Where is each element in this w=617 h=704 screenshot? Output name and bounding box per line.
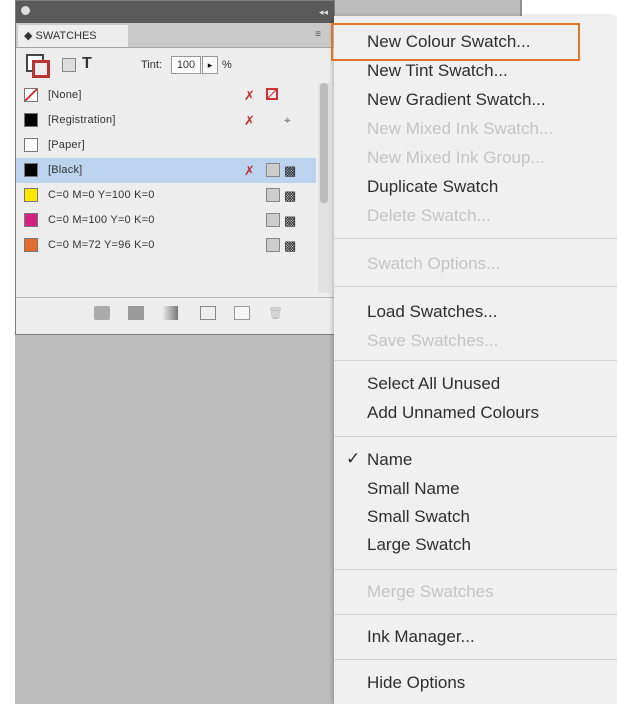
menu-item-hide-options[interactable]: Hide Options [367, 673, 465, 693]
swatches-panel: ◂◂ ◆ SWATCHES ≡ T Tint: 100 ▸ % [None] ✗… [15, 0, 335, 335]
cmyk-mode-icon: ▩ [284, 163, 297, 178]
process-color-icon [266, 163, 280, 177]
panel-titlebar[interactable]: ◂◂ [16, 1, 334, 23]
menu-item-swatch-options[interactable]: Swatch Options... [367, 254, 500, 274]
menu-item-small-name[interactable]: Small Name [367, 479, 460, 499]
menu-separator [334, 659, 617, 660]
menu-item-name[interactable]: Name [367, 450, 412, 470]
swatch-chip [24, 163, 38, 177]
swatch-name: C=0 M=0 Y=100 K=0 [48, 189, 155, 201]
text-format-icon[interactable]: T [82, 55, 92, 73]
close-icon[interactable] [21, 6, 30, 15]
menu-separator [334, 436, 617, 437]
menu-item-new-mixed-ink-swatch[interactable]: New Mixed Ink Swatch... [367, 119, 553, 139]
swatch-list: [None] ✗ [Registration] ✗ ⌖ [Paper] [Bla… [16, 83, 316, 258]
menu-item-new-mixed-ink-group[interactable]: New Mixed Ink Group... [367, 148, 545, 168]
fill-stroke-icon[interactable] [26, 54, 50, 78]
swatch-row-yellow[interactable]: C=0 M=0 Y=100 K=0 ▩ [16, 183, 316, 208]
menu-item-large-swatch[interactable]: Large Swatch [367, 535, 471, 555]
menu-item-delete-swatch[interactable]: Delete Swatch... [367, 206, 491, 226]
panel-tab-row: ◆ SWATCHES ≡ [16, 23, 334, 48]
menu-item-load-swatches[interactable]: Load Swatches... [367, 302, 497, 322]
new-color-group-icon[interactable] [200, 306, 216, 320]
process-color-icon [266, 238, 280, 252]
swatch-chip [24, 213, 38, 227]
highlight-box [331, 23, 580, 61]
collapse-icon[interactable]: ◂◂ [319, 7, 328, 18]
trash-icon[interactable]: 🗑 [268, 306, 284, 320]
panel-menu-icon[interactable]: ≡ [310, 29, 326, 41]
tab-swatches[interactable]: ◆ SWATCHES [18, 25, 128, 47]
swatch-row-magenta[interactable]: C=0 M=100 Y=0 K=0 ▩ [16, 208, 316, 233]
menu-separator [334, 286, 617, 287]
swatch-chip [24, 188, 38, 202]
swatch-row-none[interactable]: [None] ✗ [16, 83, 316, 108]
menu-item-new-gradient-swatch[interactable]: New Gradient Swatch... [367, 90, 546, 110]
tint-label: Tint: [141, 59, 162, 71]
scroll-thumb[interactable] [320, 83, 328, 203]
panel-bottom-bar: 🗑 [16, 297, 334, 332]
swatch-name: C=0 M=100 Y=0 K=0 [48, 214, 155, 226]
swatch-chip [24, 238, 38, 252]
swatch-row-black[interactable]: [Black] ✗ ▩ [16, 158, 316, 183]
non-editable-icon: ✗ [244, 88, 255, 103]
registration-icon: ⌖ [284, 113, 291, 127]
swatches-toolbar: T Tint: 100 ▸ % [16, 48, 334, 82]
menu-separator [334, 238, 617, 239]
swatch-name: [Black] [48, 164, 83, 176]
tint-unit: % [222, 59, 232, 71]
none-color-icon [266, 88, 278, 100]
swatch-row-paper[interactable]: [Paper] [16, 133, 316, 158]
swatch-name: [Paper] [48, 139, 85, 151]
menu-item-add-unnamed-colours[interactable]: Add Unnamed Colours [367, 403, 539, 423]
cmyk-mode-icon: ▩ [284, 238, 297, 253]
tint-input[interactable]: 100 [171, 56, 201, 74]
swatch-chip [24, 88, 38, 102]
process-color-icon [266, 188, 280, 202]
swatch-name: C=0 M=72 Y=96 K=0 [48, 239, 155, 251]
swatch-row-registration[interactable]: [Registration] ✗ ⌖ [16, 108, 316, 133]
swatches-panel-menu: New Colour Swatch... New Tint Swatch... … [334, 16, 617, 704]
menu-item-save-swatches[interactable]: Save Swatches... [367, 331, 498, 351]
non-editable-icon: ✗ [244, 163, 255, 178]
process-color-icon [266, 213, 280, 227]
swatch-chip [24, 138, 38, 152]
menu-separator [334, 360, 617, 361]
container-format-icon[interactable] [62, 58, 76, 72]
checkmark-icon: ✓ [346, 449, 361, 468]
menu-item-ink-manager[interactable]: Ink Manager... [367, 627, 475, 647]
cmyk-mode-icon: ▩ [284, 188, 297, 203]
cmyk-mode-icon: ▩ [284, 213, 297, 228]
menu-item-merge-swatches[interactable]: Merge Swatches [367, 582, 494, 602]
menu-item-new-tint-swatch[interactable]: New Tint Swatch... [367, 61, 508, 81]
menu-item-duplicate-swatch[interactable]: Duplicate Swatch [367, 177, 498, 197]
swatch-name: [Registration] [48, 114, 116, 126]
swatch-list-scrollbar[interactable] [318, 83, 330, 293]
menu-item-select-all-unused[interactable]: Select All Unused [367, 374, 500, 394]
swatch-name: [None] [48, 89, 82, 101]
tint-dropdown-icon[interactable]: ▸ [202, 56, 218, 74]
non-editable-icon: ✗ [244, 113, 255, 128]
show-all-swatches-icon[interactable] [94, 306, 110, 320]
menu-separator [334, 614, 617, 615]
swatch-row-orange[interactable]: C=0 M=72 Y=96 K=0 ▩ [16, 233, 316, 258]
menu-item-small-swatch[interactable]: Small Swatch [367, 507, 470, 527]
menu-separator [334, 569, 617, 570]
show-color-swatches-icon[interactable] [128, 306, 144, 320]
swatch-chip [24, 113, 38, 127]
show-gradient-swatches-icon[interactable] [162, 306, 178, 320]
new-swatch-icon[interactable] [234, 306, 250, 320]
